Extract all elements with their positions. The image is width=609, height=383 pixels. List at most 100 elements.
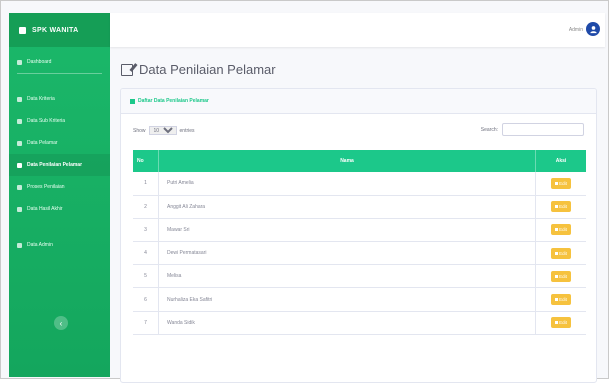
penilaian-table: No Nama Aksi 1 Putri Amelia Edit 2 Anggi… [133,150,586,335]
table-row: 7 Wanda Sidik Edit [133,311,587,335]
row-nama: Nurhaliza Eka Safitri [158,287,536,312]
col-no-header[interactable]: No [133,150,159,172]
row-nama: Mawar Sri [158,218,536,242]
users-icon [17,140,22,146]
page-length: Show 10 entries [133,126,195,135]
sidebar-item-pelamar[interactable]: Data Pelamar [9,132,110,154]
brand[interactable]: SPK WANITA [9,13,110,47]
brand-logo-icon [19,26,26,34]
app-frame: SPK WANITA Dashboard Data Kriteria Data … [0,0,609,383]
edit-label: Edit [559,320,567,326]
row-no: 4 [133,241,159,265]
row-nama: Dewi Permatasari [158,241,536,265]
pencil-icon [555,298,559,302]
edit-button[interactable]: Edit [551,270,571,282]
table-row: 3 Mawar Sri Edit [133,218,587,242]
edit-label: Edit [559,273,567,279]
table-row: 2 Anggit Ali Zahara Edit [133,195,587,219]
edit-icon [17,162,22,168]
entries-label: entries [179,127,195,134]
show-label: Show [133,127,146,134]
sidebar-item-label: Data Hasil Akhir [27,206,63,212]
row-aksi: Edit [536,265,587,288]
pencil-icon [555,274,559,278]
edit-button[interactable]: Edit [551,317,571,329]
search-input[interactable] [502,123,584,136]
sidebar-item-label: Dashboard [27,59,52,65]
edit-button[interactable]: Edit [551,247,571,259]
table-search: Search: [481,123,584,136]
sidebar-item-label: Proses Penilaian [27,184,65,190]
table-row: 5 Melisa Edit [133,264,587,288]
edit-label: Edit [559,250,567,256]
edit-label: Edit [559,297,567,303]
row-nama: Anggit Ali Zahara [158,195,536,219]
table-header-row: No Nama Aksi [133,150,586,172]
row-aksi: Edit [536,172,587,195]
edit-label: Edit [559,227,567,233]
sidebar-item-label: Data Sub Kriteria [27,118,66,124]
sidebar-item-label: Data Kriteria [27,96,55,102]
row-nama: Putri Amelia [158,172,536,196]
sidebar-item-hasil[interactable]: Data Hasil Akhir [9,198,110,220]
edit-button[interactable]: Edit [551,224,571,236]
search-label: Search: [480,126,498,133]
sidebar-item-dashboard[interactable]: Dashboard [9,51,110,73]
table-controls: Show 10 entries Search: [133,122,584,138]
row-no: 6 [133,287,159,312]
data-card: Daftar Data Penilaian Pelamar Show 10 en… [120,88,597,383]
row-no: 7 [133,311,159,335]
sidebar-item-sub-kriteria[interactable]: Data Sub Kriteria [9,110,110,132]
col-nama-header[interactable]: Nama [158,150,536,172]
edit-button[interactable]: Edit [551,201,571,213]
row-no: 3 [133,218,159,242]
chevron-left-icon: ‹ [59,318,63,328]
sidebar-item-admin[interactable]: Data Admin [9,234,110,256]
list-icon [17,96,22,102]
edit-button[interactable]: Edit [551,177,571,189]
user-icon [589,25,597,33]
user-icon [17,242,22,248]
edit-button[interactable]: Edit [551,294,571,306]
sidebar-toggle-button[interactable]: ‹ [54,316,68,330]
table-row: 6 Nurhaliza Eka Safitri Edit [133,287,587,312]
row-no: 5 [133,264,159,288]
list-icon [17,118,22,124]
table-row: 4 Dewi Permatasari Edit [133,241,587,265]
card-header: Daftar Data Penilaian Pelamar [121,89,596,114]
row-aksi: Edit [536,195,587,218]
edit-label: Edit [559,204,567,210]
sidebar: SPK WANITA Dashboard Data Kriteria Data … [9,13,110,377]
sidebar-item-label: Data Pelamar [27,140,58,146]
row-no: 2 [133,195,159,219]
card-header-title: Daftar Data Penilaian Pelamar [138,98,209,104]
sidebar-item-label: Data Penilaian Pelamar [27,162,83,168]
row-nama: Wanda Sidik [158,311,536,335]
dashboard-icon [17,59,22,65]
pencil-icon [555,181,559,185]
table-icon [130,98,135,104]
chart-icon [17,206,22,212]
row-aksi: Edit [536,218,587,241]
brand-name: SPK WANITA [32,26,79,34]
sidebar-item-penilaian[interactable]: Data Penilaian Pelamar [9,154,110,176]
row-aksi: Edit [536,311,587,334]
calculator-icon [17,184,22,190]
page-title: Data Penilaian Pelamar [121,62,276,77]
row-nama: Melisa [158,264,536,288]
row-aksi: Edit [536,242,587,265]
pencil-icon [555,228,559,232]
avatar[interactable] [586,22,600,36]
pencil-icon [555,205,559,209]
user-name[interactable]: Admin [569,27,583,33]
pencil-icon [555,321,559,325]
sidebar-item-proses[interactable]: Proses Penilaian [9,176,110,198]
edit-label: Edit [559,180,567,186]
sidebar-item-kriteria[interactable]: Data Kriteria [9,88,110,110]
topbar: Admin [110,13,605,47]
col-aksi-header[interactable]: Aksi [536,150,587,172]
row-aksi: Edit [536,288,587,311]
pencil-icon [555,251,559,255]
page-length-select[interactable]: 10 [148,126,177,135]
row-no: 1 [133,172,159,196]
